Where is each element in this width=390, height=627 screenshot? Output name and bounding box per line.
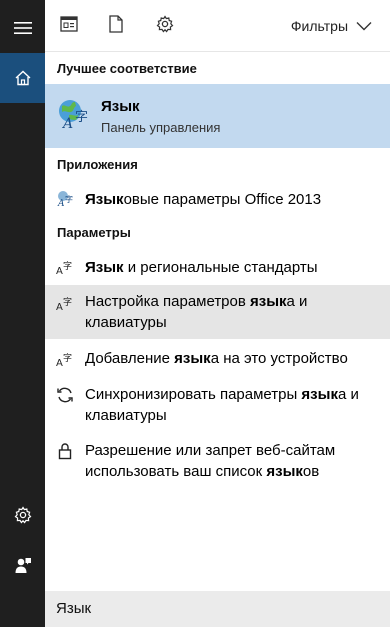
- list-item-office-language[interactable]: A字 Языковые параметры Office 2013: [45, 186, 390, 212]
- menu-button[interactable]: [0, 3, 45, 53]
- match-bold: Язык: [85, 259, 124, 276]
- svg-text:字: 字: [65, 194, 73, 204]
- best-match-result[interactable]: A 字 Язык Панель управления: [45, 84, 390, 148]
- svg-text:字: 字: [75, 110, 88, 125]
- toolbar: Фильтры: [45, 0, 390, 52]
- office-language-icon: A字: [55, 189, 75, 207]
- documents-filter-button[interactable]: [107, 14, 125, 38]
- svg-text:A: A: [57, 199, 65, 207]
- feedback-icon: [14, 556, 32, 574]
- list-item-website-language[interactable]: Разрешение или запрет веб-сайтам использо…: [45, 437, 390, 487]
- settings-icon: [156, 14, 174, 38]
- svg-text:A: A: [56, 358, 63, 367]
- settings-header: Параметры: [57, 225, 131, 240]
- search-panel: Фильтры Лучшее соответствие A 字 Язык Пан…: [45, 0, 390, 627]
- home-icon: [14, 69, 32, 87]
- svg-text:A: A: [61, 116, 73, 131]
- list-item-add-language[interactable]: A字 Добавление языка на это устройство: [45, 345, 390, 373]
- best-match-subtitle: Панель управления: [101, 120, 221, 135]
- list-item-label: Языковые параметры Office 2013: [85, 189, 380, 210]
- match-bold: язык: [174, 350, 211, 367]
- apps-icon: [60, 15, 78, 37]
- filters-dropdown[interactable]: Фильтры: [291, 18, 372, 34]
- settings-filter-button[interactable]: [156, 14, 174, 38]
- left-rail: [0, 0, 45, 627]
- lock-icon: [55, 442, 75, 460]
- list-item-sync-language[interactable]: Синхронизировать параметры языка и клавиа…: [45, 381, 390, 431]
- apps-filter-button[interactable]: [60, 15, 78, 37]
- list-item-label: Разрешение или запрет веб-сайтам использо…: [85, 442, 336, 480]
- language-icon: A字: [55, 294, 75, 312]
- match-bold: язык: [301, 386, 338, 403]
- sync-icon: [55, 386, 75, 404]
- match-bold: язык: [266, 463, 303, 480]
- feedback-button[interactable]: [0, 540, 45, 590]
- svg-text:字: 字: [63, 352, 72, 364]
- list-item-label: Настройка параметров языка и клавиатуры: [85, 293, 308, 331]
- svg-text:A: A: [56, 266, 63, 275]
- svg-text:字: 字: [63, 296, 72, 308]
- list-item-label: Язык и региональные стандарты: [85, 259, 318, 276]
- home-button[interactable]: [0, 53, 45, 103]
- chevron-down-icon: [356, 18, 372, 34]
- match-bold: Язык: [85, 191, 124, 208]
- best-match-header: Лучшее соответствие: [57, 61, 197, 76]
- list-item-label: Синхронизировать параметры языка и клавиа…: [85, 386, 359, 424]
- best-match-title: Язык: [101, 98, 140, 115]
- hamburger-icon: [13, 21, 32, 35]
- svg-text:A: A: [56, 302, 63, 311]
- settings-button[interactable]: [0, 490, 45, 540]
- search-box[interactable]: Язык: [45, 591, 390, 627]
- list-item-language-keyboard[interactable]: A字 Настройка параметров языка и клавиатур…: [45, 285, 390, 339]
- gear-icon: [14, 506, 32, 524]
- document-icon: [109, 14, 123, 38]
- search-query[interactable]: Язык: [56, 600, 91, 617]
- svg-text:字: 字: [63, 260, 72, 272]
- language-icon: A字: [55, 350, 75, 368]
- label-rest: овые параметры Office 2013: [123, 191, 322, 208]
- match-bold: язык: [250, 293, 287, 310]
- list-item-label: Добавление языка на это устройство: [85, 350, 348, 367]
- language-icon: A字: [55, 258, 75, 276]
- apps-header: Приложения: [57, 157, 138, 172]
- filters-label: Фильтры: [290, 18, 348, 34]
- language-globe-icon: A 字: [56, 97, 90, 132]
- list-item-language-region[interactable]: A字 Язык и региональные стандарты: [45, 253, 390, 281]
